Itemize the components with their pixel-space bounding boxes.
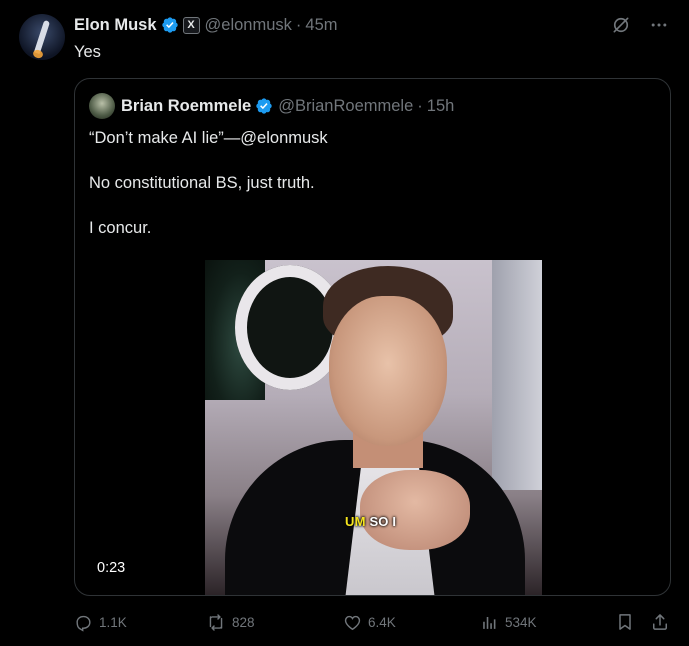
quoted-paragraph: I concur. bbox=[89, 219, 152, 237]
quoted-tweet-text: “Don’t make AI lie”—@elonmusk No constit… bbox=[89, 127, 328, 262]
author-avatar[interactable] bbox=[19, 14, 65, 60]
tweet-header: Elon Musk X @elonmusk · 45m bbox=[74, 14, 338, 36]
video-duration: 0:23 bbox=[97, 560, 126, 576]
video-background-panel bbox=[492, 260, 542, 490]
author-name[interactable]: Elon Musk bbox=[74, 16, 157, 35]
verified-icon bbox=[161, 17, 178, 33]
more-icon[interactable] bbox=[649, 15, 669, 35]
verified-icon bbox=[256, 98, 272, 114]
like-count: 6.4K bbox=[368, 614, 396, 630]
repost-icon bbox=[209, 613, 223, 631]
timestamp[interactable]: 45m bbox=[305, 16, 337, 35]
author-handle[interactable]: @elonmusk bbox=[205, 16, 292, 35]
video-person-face bbox=[329, 296, 447, 446]
separator: · bbox=[417, 96, 423, 115]
bookmark-icon[interactable] bbox=[615, 612, 635, 632]
tweet-text: Yes bbox=[74, 43, 101, 61]
share-icon[interactable] bbox=[650, 612, 670, 632]
like-icon bbox=[344, 615, 361, 630]
quoted-tweet-header: Brian Roemmele @BrianRoemmele · 15h bbox=[89, 93, 454, 119]
like-button[interactable]: 6.4K bbox=[343, 613, 396, 632]
video-player[interactable]: UM SO I bbox=[205, 260, 542, 595]
reply-icon bbox=[76, 615, 91, 632]
repost-count: 828 bbox=[232, 614, 255, 630]
x-affiliate-badge: X bbox=[182, 16, 200, 34]
repost-button[interactable]: 828 bbox=[206, 613, 255, 632]
flame-icon bbox=[32, 48, 44, 60]
views-count: 534K bbox=[505, 614, 537, 630]
reply-count: 1.1K bbox=[99, 614, 127, 630]
caption-highlight: UM bbox=[345, 514, 366, 529]
quoted-tweet[interactable]: Brian Roemmele @BrianRoemmele · 15h “Don… bbox=[74, 78, 671, 596]
reply-button[interactable]: 1.1K bbox=[74, 613, 127, 632]
quoted-paragraph: No constitutional BS, just truth. bbox=[89, 174, 315, 192]
action-bar: 1.1K 828 6.4K 534K bbox=[74, 612, 672, 632]
quoted-paragraph: “Don’t make AI lie”—@elonmusk bbox=[89, 129, 328, 147]
caption-text: SO I bbox=[369, 514, 397, 529]
quoted-timestamp[interactable]: 15h bbox=[427, 97, 455, 116]
tweet-top-actions bbox=[611, 15, 669, 35]
views-button[interactable]: 534K bbox=[480, 613, 537, 632]
separator: · bbox=[295, 15, 302, 34]
grok-icon[interactable] bbox=[611, 15, 631, 35]
quoted-author-name[interactable]: Brian Roemmele bbox=[121, 97, 251, 116]
views-icon bbox=[483, 616, 496, 629]
video-caption: UM SO I bbox=[345, 514, 396, 529]
video-person-hands bbox=[360, 470, 470, 550]
quoted-author-handle[interactable]: @BrianRoemmele bbox=[278, 97, 413, 116]
quoted-author-avatar[interactable] bbox=[89, 93, 115, 119]
